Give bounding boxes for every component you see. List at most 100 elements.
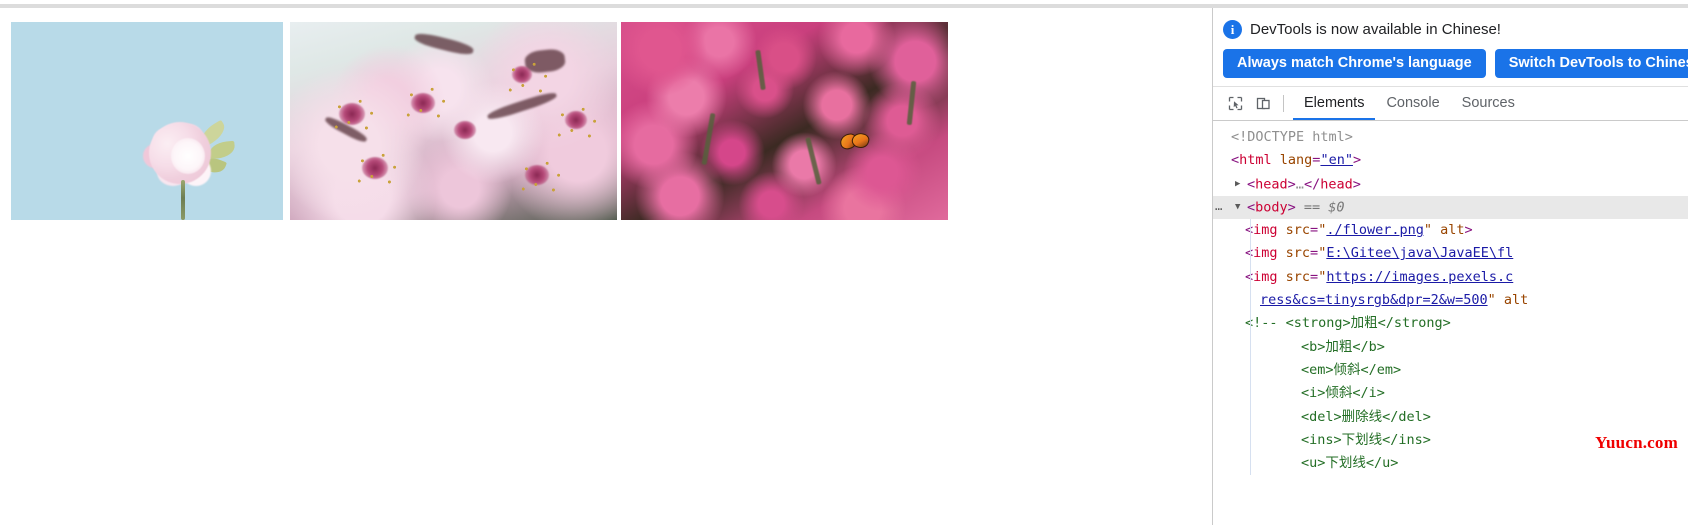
always-match-chrome-language-button[interactable]: Always match Chrome's language: [1223, 49, 1486, 78]
tab-elements[interactable]: Elements: [1293, 87, 1376, 120]
dom-token-punct: =: [1310, 268, 1319, 285]
dom-token-punct: =: [1310, 222, 1319, 239]
dom-node-img-1[interactable]: <img src="./flower.png" alt>: [1213, 219, 1688, 242]
blossom-head-shape: [149, 122, 211, 184]
dom-token-attr: lang: [1271, 152, 1313, 169]
dom-node-html[interactable]: <html lang="en">: [1213, 149, 1688, 172]
dom-token-punct: >: [1287, 176, 1296, 193]
chevron-down-icon[interactable]: ▼: [1235, 196, 1246, 219]
dom-token-tagp: img: [1253, 222, 1278, 239]
dom-token-punct: =: [1310, 245, 1319, 262]
browser-chrome-strip: [0, 0, 1688, 8]
dom-token-comment: <!-- <strong>加粗</strong>: [1245, 315, 1451, 332]
dom-token-attr: src: [1277, 268, 1311, 285]
devtools-panel: i DevTools is now available in Chinese! …: [1212, 8, 1688, 525]
stamen-shape: [502, 55, 555, 102]
browser-window: i DevTools is now available in Chinese! …: [0, 0, 1688, 525]
dom-node-comment-5[interactable]: <del>删除线</del>: [1213, 406, 1688, 429]
stem-shape: [701, 113, 716, 166]
dom-token-comment: <i>倾斜</i>: [1301, 385, 1385, 402]
dom-token-attr: alt: [1432, 222, 1465, 239]
watermark: Yuucn.com: [1595, 433, 1678, 452]
notice-row: i DevTools is now available in Chinese!: [1223, 14, 1678, 44]
dom-token-punct: >: [1352, 176, 1361, 193]
tab-sources[interactable]: Sources: [1451, 87, 1526, 120]
dom-token-punct: <: [1247, 199, 1256, 216]
branch-shape: [413, 30, 475, 57]
dom-node-comment-1[interactable]: <!-- <strong>加粗</strong>: [1213, 312, 1688, 335]
dom-node-body[interactable]: ⋯ ▼ <body> == $0: [1213, 195, 1688, 221]
dom-token-quote: ": [1487, 292, 1496, 309]
dom-node-comment-7[interactable]: <u>下划线</u>: [1213, 452, 1688, 475]
dom-token-punct: >: [1352, 152, 1362, 169]
dom-token-val-plain: "en": [1320, 152, 1353, 169]
dom-node-head[interactable]: ▶ <head>…</head>: [1213, 173, 1688, 196]
dom-token-punct: </: [1303, 176, 1321, 193]
dom-token-tagp: head: [1320, 176, 1353, 193]
image-flower-local[interactable]: [11, 22, 283, 220]
dom-token-eq: == $0: [1295, 199, 1345, 216]
dom-tree-guide-line: [1250, 219, 1251, 476]
stamen-shape: [401, 81, 454, 128]
dom-token-tagp: body: [1255, 199, 1288, 216]
dom-token-comment: <b>加粗</b>: [1301, 338, 1385, 355]
dom-token-comment: <ins>下划线</ins>: [1301, 431, 1431, 448]
dom-token-attr: src: [1277, 222, 1311, 239]
chevron-right-icon[interactable]: ▶: [1235, 173, 1246, 196]
dom-node-img-3-wrap[interactable]: ress&cs=tinysrgb&dpr=2&w=500" alt: [1213, 289, 1688, 312]
dom-node-doctype[interactable]: <!DOCTYPE html>: [1213, 126, 1688, 149]
dom-node-img-3[interactable]: <img src="https://images.pexels.c: [1213, 266, 1688, 289]
dom-token-tagp: img: [1253, 245, 1278, 262]
switch-devtools-to-chinese-button[interactable]: Switch DevTools to Chinese: [1494, 49, 1688, 78]
stamen-shape: [329, 93, 382, 140]
dom-token-comment: <u>下划线</u>: [1301, 455, 1399, 472]
dom-token-punct: <: [1231, 152, 1240, 169]
tab-console[interactable]: Console: [1375, 87, 1450, 120]
dom-token-comment: <em>倾斜</em>: [1301, 361, 1402, 378]
stamen-shape: [352, 146, 405, 193]
image-flower-absolute-path[interactable]: [290, 22, 617, 220]
dom-token-tagp: img: [1253, 268, 1278, 285]
dom-token-tagp: head: [1255, 176, 1288, 193]
dom-token-doctype: <!DOCTYPE html>: [1231, 129, 1353, 145]
dom-token-punct: >: [1464, 222, 1473, 239]
flower-core-shape: [453, 121, 476, 139]
dom-tree[interactable]: <!DOCTYPE html> <html lang="en"> ▶ <head>…<…: [1213, 121, 1688, 476]
dom-node-comment-3[interactable]: <em>倾斜</em>: [1213, 359, 1688, 382]
notice-buttons: Always match Chrome's language Switch De…: [1223, 49, 1688, 78]
dom-node-menu-icon[interactable]: ⋯: [1215, 198, 1223, 221]
blossom-graphic: [143, 119, 236, 220]
dom-token-tagp: html: [1239, 152, 1272, 169]
stem-shape: [181, 180, 185, 220]
device-toolbar-icon[interactable]: [1249, 91, 1277, 117]
dom-token-doctype: …: [1295, 176, 1304, 193]
info-icon: i: [1223, 19, 1242, 39]
notice-text: DevTools is now available in Chinese!: [1250, 20, 1501, 38]
toolbar-separator: [1283, 95, 1284, 112]
dom-token-attr: src: [1277, 245, 1311, 262]
stem-shape: [804, 136, 822, 185]
dom-token-attr: alt: [1495, 292, 1529, 309]
dom-token-val: https://images.pexels.c: [1326, 268, 1514, 285]
dom-token-punct: >: [1287, 199, 1296, 216]
butterfly-icon: [838, 130, 871, 151]
stem-shape: [906, 81, 917, 126]
devtools-tabbar: Elements Console Sources: [1213, 87, 1688, 121]
dom-node-comment-4[interactable]: <i>倾斜</i>: [1213, 382, 1688, 405]
dom-token-val: E:\Gitee\java\JavaEE\fl: [1326, 245, 1514, 262]
inspect-element-icon[interactable]: [1221, 91, 1249, 117]
page-viewport: [0, 8, 1212, 525]
stem-shape: [755, 49, 767, 90]
devtools-language-notice: i DevTools is now available in Chinese! …: [1213, 8, 1688, 87]
dom-token-comment: <del>删除线</del>: [1301, 408, 1431, 425]
dom-token-quote: ": [1423, 222, 1433, 239]
stamen-shape: [515, 154, 568, 201]
image-flower-remote-url[interactable]: [621, 22, 948, 220]
dom-token-val: ress&cs=tinysrgb&dpr=2&w=500: [1260, 292, 1488, 309]
dom-token-punct: <: [1247, 176, 1256, 193]
stamen-shape: [551, 101, 604, 148]
leaf-icon: [208, 140, 236, 160]
dom-node-img-2[interactable]: <img src="E:\Gitee\java\JavaEE\fl: [1213, 242, 1688, 265]
dom-node-comment-2[interactable]: <b>加粗</b>: [1213, 336, 1688, 359]
dom-token-val: ./flower.png: [1326, 222, 1424, 239]
